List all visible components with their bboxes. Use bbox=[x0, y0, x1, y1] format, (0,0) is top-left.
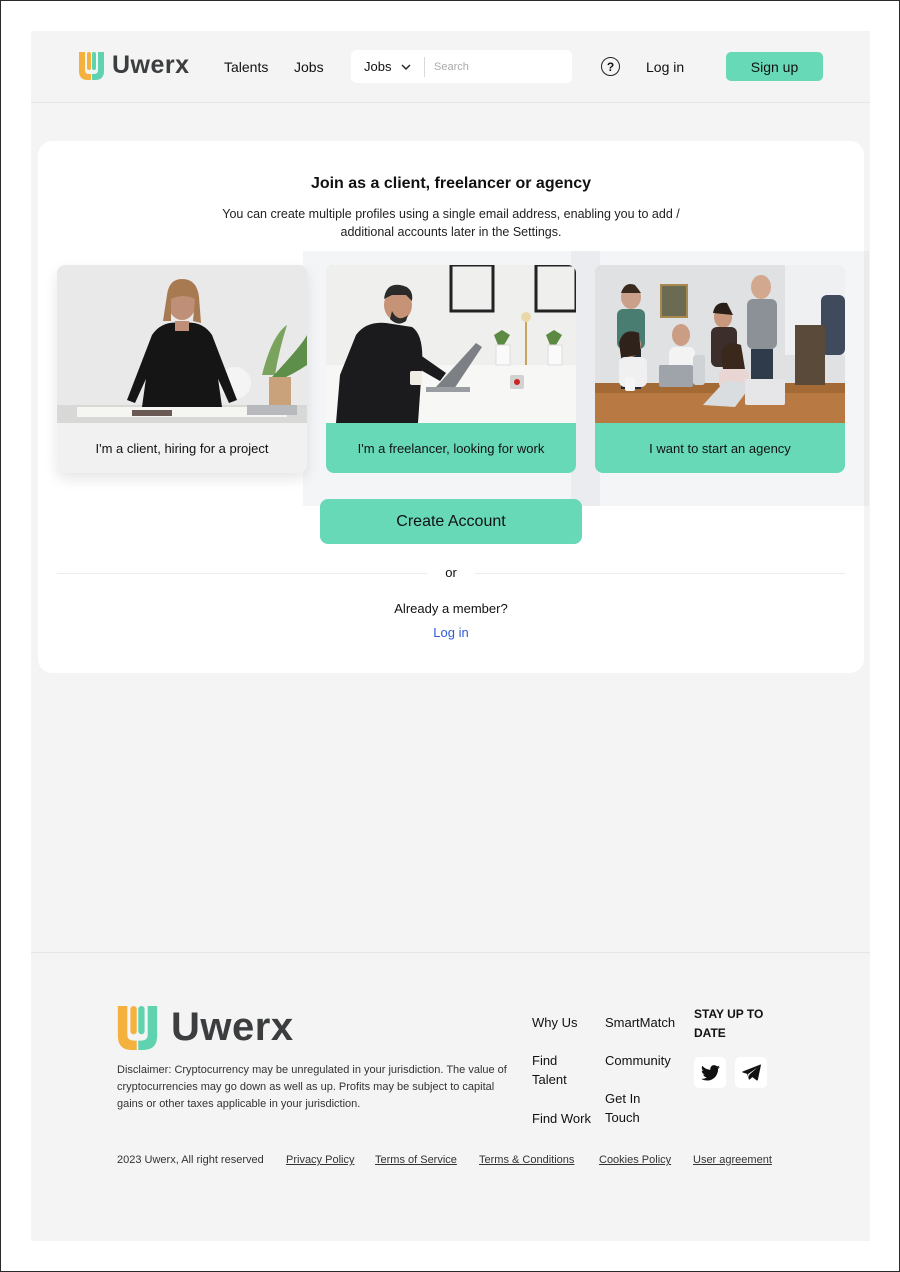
footer-link-smartmatch[interactable]: SmartMatch bbox=[605, 1013, 675, 1032]
disclaimer-text: Disclaimer: Cryptocurrency may be unregu… bbox=[117, 1064, 507, 1110]
agency-photo bbox=[595, 265, 845, 423]
freelancer-photo bbox=[326, 265, 576, 423]
footer-link-community[interactable]: Community bbox=[605, 1051, 671, 1070]
nav-talents[interactable]: Talents bbox=[224, 59, 268, 75]
uwerx-logo-icon bbox=[117, 1005, 158, 1050]
option-freelancer-label: I'm a freelancer, looking for work bbox=[357, 440, 545, 456]
footer-logo-text: Uwerx bbox=[171, 1005, 294, 1049]
option-agency-label: I want to start an agency bbox=[649, 440, 791, 456]
header-logo[interactable]: Uwerx bbox=[79, 51, 190, 80]
cookies-policy-link[interactable]: Cookies Policy bbox=[599, 1154, 671, 1166]
footer-link-get-in-touch[interactable]: Get In Touch bbox=[605, 1089, 655, 1127]
signup-subtitle: You can create multiple profiles using a… bbox=[222, 207, 680, 239]
option-client[interactable]: I'm a client, hiring for a project bbox=[57, 265, 307, 473]
footer-link-find-work[interactable]: Find Work bbox=[532, 1109, 591, 1128]
stay-up-to-date-heading: STAY UP TO DATE bbox=[694, 1007, 764, 1040]
user-agreement-link[interactable]: User agreement bbox=[693, 1154, 772, 1166]
privacy-policy-link[interactable]: Privacy Policy bbox=[286, 1154, 354, 1166]
twitter-button[interactable] bbox=[694, 1057, 726, 1088]
page: Uwerx Talents Jobs Jobs ? Log in Sign up… bbox=[31, 31, 870, 1241]
telegram-icon bbox=[741, 1064, 761, 1081]
footer-link-why-us[interactable]: Why Us bbox=[532, 1013, 578, 1032]
telegram-button[interactable] bbox=[735, 1057, 767, 1088]
chevron-down-icon bbox=[401, 64, 411, 70]
signup-card: Join as a client, freelancer or agency Y… bbox=[38, 141, 869, 673]
option-agency[interactable]: I want to start an agency bbox=[595, 265, 845, 473]
help-icon[interactable]: ? bbox=[601, 57, 620, 76]
already-member-text: Already a member? bbox=[394, 601, 508, 616]
client-photo bbox=[57, 265, 307, 423]
search-bar: Jobs bbox=[351, 50, 572, 83]
search-input[interactable] bbox=[425, 60, 565, 73]
create-account-button[interactable]: Create Account bbox=[320, 499, 582, 544]
or-separator: or bbox=[445, 565, 457, 580]
twitter-icon bbox=[700, 1064, 720, 1081]
footer-link-find-talent[interactable]: Find Talent bbox=[532, 1051, 582, 1089]
footer-logo[interactable]: Uwerx bbox=[117, 1005, 294, 1050]
logo-text: Uwerx bbox=[112, 51, 190, 79]
search-category-select[interactable]: Jobs bbox=[351, 59, 424, 74]
top-header: Uwerx Talents Jobs Jobs ? Log in Sign up bbox=[31, 31, 870, 103]
uwerx-logo-icon bbox=[79, 51, 104, 80]
terms-conditions-link[interactable]: Terms & Conditions bbox=[479, 1154, 574, 1166]
nav-jobs[interactable]: Jobs bbox=[294, 59, 324, 75]
option-freelancer[interactable]: I'm a freelancer, looking for work bbox=[326, 265, 576, 473]
option-client-label: I'm a client, hiring for a project bbox=[95, 440, 269, 456]
terms-of-service-link[interactable]: Terms of Service bbox=[375, 1154, 457, 1166]
header-login-link[interactable]: Log in bbox=[646, 59, 684, 75]
card-login-link[interactable]: Log in bbox=[38, 625, 864, 640]
signup-button[interactable]: Sign up bbox=[726, 52, 823, 81]
footer: Uwerx Disclaimer: Cryptocurrency may be … bbox=[31, 952, 870, 1241]
signup-title: Join as a client, freelancer or agency bbox=[310, 175, 592, 192]
search-category-label: Jobs bbox=[364, 59, 392, 74]
copyright-text: 2023 Uwerx, All right reserved bbox=[117, 1154, 264, 1166]
